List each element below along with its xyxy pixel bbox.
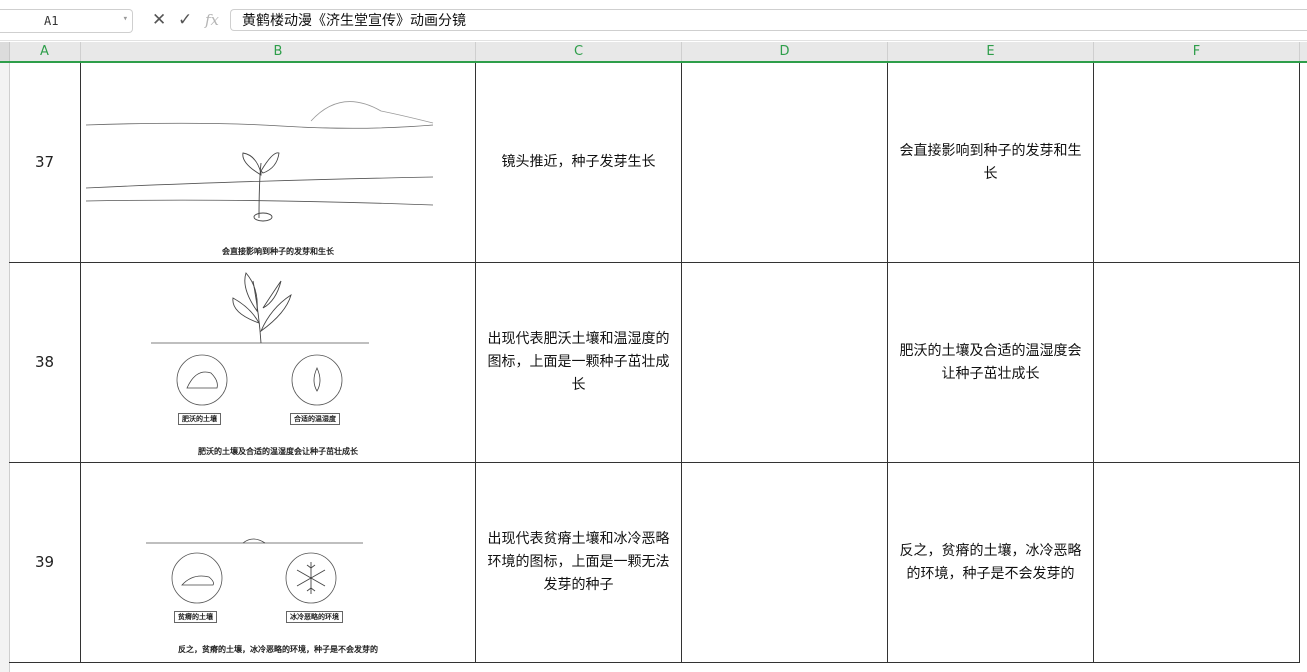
cell-e38-narration[interactable]: 肥沃的土壤及合适的温湿度会让种子茁壮成长 bbox=[888, 263, 1094, 463]
column-header-bar: A B C D E F bbox=[0, 42, 1307, 63]
fx-icon[interactable]: fx bbox=[205, 10, 219, 30]
column-header-d[interactable]: D bbox=[682, 42, 888, 61]
cell-a37[interactable]: 37 bbox=[9, 63, 81, 263]
cell-c38-description[interactable]: 出现代表肥沃土壤和温湿度的图标，上面是一颗种子茁壮成长 bbox=[476, 263, 682, 463]
storyboard-sketch-barren bbox=[146, 538, 363, 604]
column-header-f[interactable]: F bbox=[1094, 42, 1300, 61]
storyboard-sketch-growth bbox=[151, 272, 369, 406]
cell-d38[interactable] bbox=[682, 263, 888, 463]
table-row: 37 会直接影响到种子的发芽和生长 镜头推近，种子发芽生长 会直接影响到种子的发… bbox=[9, 63, 1307, 263]
cell-b37-storyboard[interactable]: 会直接影响到种子的发芽和生长 bbox=[81, 63, 476, 263]
name-box[interactable]: A1 ▾ bbox=[0, 9, 133, 33]
column-header-b[interactable]: B bbox=[81, 42, 476, 61]
table-row: 39 贫瘠的土壤 冰冷恶略的环境 反之，贫瘠的土壤，冰冷恶略的环境，种子是不会发… bbox=[9, 463, 1307, 663]
icon-label-cold-environment: 冰冷恶略的环境 bbox=[286, 611, 343, 623]
icon-label-barren-soil: 贫瘠的土壤 bbox=[174, 611, 217, 623]
cell-c39-description[interactable]: 出现代表贫瘠土壤和冰冷恶略环境的图标，上面是一颗无法发芽的种子 bbox=[476, 463, 682, 663]
chevron-down-icon[interactable]: ▾ bbox=[123, 14, 128, 24]
cell-f37[interactable] bbox=[1094, 63, 1300, 263]
storyboard-caption: 会直接影响到种子的发芽和生长 bbox=[222, 247, 334, 256]
table-row: 38 肥沃的土壤 合适的温湿度 肥沃的土壤及合适的温湿度会让种子茁壮成长 出现代… bbox=[9, 263, 1307, 463]
cell-f39[interactable] bbox=[1094, 463, 1300, 663]
cell-f38[interactable] bbox=[1094, 263, 1300, 463]
cell-b38-storyboard[interactable]: 肥沃的土壤 合适的温湿度 肥沃的土壤及合适的温湿度会让种子茁壮成长 bbox=[81, 263, 476, 463]
cell-e37-narration[interactable]: 会直接影响到种子的发芽和生长 bbox=[888, 63, 1094, 263]
formula-bar: A1 ▾ ✕ ✓ fx 黄鹤楼动漫《济生堂宣传》动画分镜 bbox=[0, 0, 1307, 41]
cell-a38[interactable]: 38 bbox=[9, 263, 81, 463]
icon-label-humidity: 合适的温湿度 bbox=[290, 413, 340, 425]
cell-d37[interactable] bbox=[682, 63, 888, 263]
column-header-e[interactable]: E bbox=[888, 42, 1094, 61]
cell-d39[interactable] bbox=[682, 463, 888, 663]
cell-e39-narration[interactable]: 反之，贫瘠的土壤，冰冷恶略的环境，种子是不会发芽的 bbox=[888, 463, 1094, 663]
cell-reference: A1 bbox=[44, 14, 59, 28]
storyboard-caption: 肥沃的土壤及合适的温湿度会让种子茁壮成长 bbox=[198, 447, 358, 456]
cell-a39[interactable]: 39 bbox=[9, 463, 81, 663]
column-header-a[interactable]: A bbox=[9, 42, 81, 61]
formula-input[interactable]: 黄鹤楼动漫《济生堂宣传》动画分镜 bbox=[230, 9, 1307, 31]
storyboard-sketch-seedling bbox=[85, 101, 434, 222]
icon-label-fertile-soil: 肥沃的土壤 bbox=[178, 413, 221, 425]
column-header-c[interactable]: C bbox=[476, 42, 682, 61]
close-icon[interactable]: ✕ bbox=[152, 10, 166, 30]
cell-b39-storyboard[interactable]: 贫瘠的土壤 冰冷恶略的环境 反之，贫瘠的土壤，冰冷恶略的环境，种子是不会发芽的 bbox=[81, 463, 476, 663]
check-icon[interactable]: ✓ bbox=[178, 10, 192, 30]
storyboard-caption: 反之，贫瘠的土壤，冰冷恶略的环境，种子是不会发芽的 bbox=[178, 645, 378, 654]
cell-c37-description[interactable]: 镜头推近，种子发芽生长 bbox=[476, 63, 682, 263]
